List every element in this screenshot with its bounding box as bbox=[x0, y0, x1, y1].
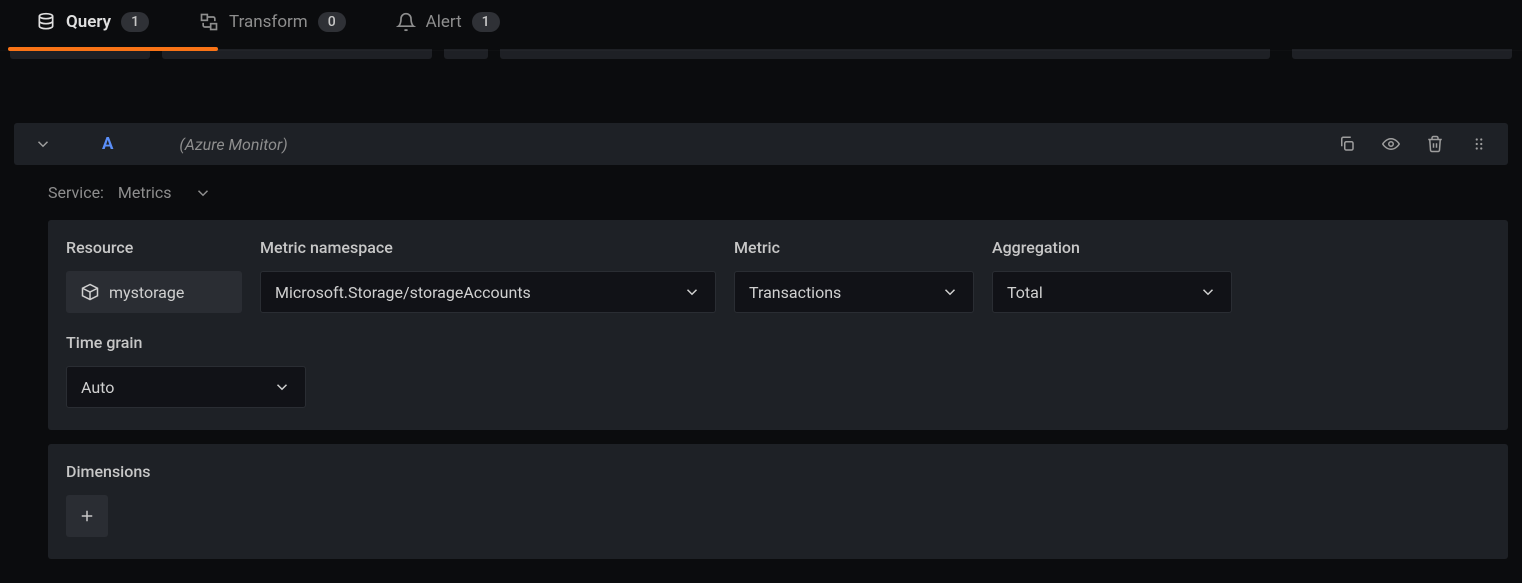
service-row: Service: Metrics bbox=[48, 183, 1508, 202]
toggle-visibility-button[interactable] bbox=[1380, 133, 1402, 155]
namespace-value: Microsoft.Storage/storageAccounts bbox=[275, 283, 531, 302]
resource-picker[interactable]: mystorage bbox=[66, 271, 242, 313]
collapse-toggle[interactable] bbox=[32, 133, 54, 155]
grip-icon bbox=[1470, 135, 1488, 153]
resource-value: mystorage bbox=[109, 283, 184, 302]
tab-underline bbox=[8, 47, 218, 51]
tab-transform-badge: 0 bbox=[318, 12, 346, 32]
namespace-select[interactable]: Microsoft.Storage/storageAccounts bbox=[260, 271, 716, 313]
metric-label: Metric bbox=[734, 238, 974, 257]
aggregation-value: Total bbox=[1007, 283, 1043, 302]
add-dimension-button[interactable] bbox=[66, 495, 108, 537]
bell-icon bbox=[396, 12, 416, 32]
service-value: Metrics bbox=[118, 183, 172, 202]
duplicate-button[interactable] bbox=[1336, 133, 1358, 155]
delete-button[interactable] bbox=[1424, 133, 1446, 155]
eye-icon bbox=[1382, 135, 1400, 153]
drag-handle[interactable] bbox=[1468, 133, 1490, 155]
chevron-down-icon bbox=[941, 283, 959, 301]
metric-select[interactable]: Transactions bbox=[734, 271, 974, 313]
tab-alert-label: Alert bbox=[426, 12, 462, 32]
namespace-label: Metric namespace bbox=[260, 238, 716, 257]
plus-icon bbox=[78, 507, 96, 525]
tab-query-label: Query bbox=[66, 12, 111, 32]
tab-query[interactable]: Query 1 bbox=[36, 12, 149, 42]
trash-icon bbox=[1426, 135, 1444, 153]
tab-alert-badge: 1 bbox=[472, 12, 500, 32]
chevron-down-icon bbox=[34, 135, 52, 153]
tab-alert[interactable]: Alert 1 bbox=[396, 12, 500, 42]
fragment-row bbox=[0, 49, 1522, 63]
aggregation-select[interactable]: Total bbox=[992, 271, 1232, 313]
query-actions bbox=[1336, 133, 1490, 155]
tab-transform[interactable]: Transform 0 bbox=[199, 12, 346, 42]
timegrain-select[interactable]: Auto bbox=[66, 366, 306, 408]
cube-icon bbox=[81, 283, 99, 301]
metric-value: Transactions bbox=[749, 283, 841, 302]
resource-label: Resource bbox=[66, 238, 242, 257]
query-body: Service: Metrics Resource mystorage Metr… bbox=[0, 165, 1522, 559]
query-header: A (Azure Monitor) bbox=[14, 123, 1508, 165]
dimensions-panel: Dimensions bbox=[48, 444, 1508, 559]
chevron-down-icon bbox=[1199, 283, 1217, 301]
editor-tabs: Query 1 Transform 0 Alert 1 bbox=[0, 0, 1522, 51]
database-icon bbox=[36, 12, 56, 32]
copy-icon bbox=[1338, 135, 1356, 153]
metrics-panel: Resource mystorage Metric namespace Micr… bbox=[48, 220, 1508, 430]
chevron-down-icon bbox=[273, 378, 291, 396]
query-datasource: (Azure Monitor) bbox=[179, 135, 287, 154]
timegrain-label: Time grain bbox=[66, 333, 306, 352]
query-letter[interactable]: A bbox=[102, 134, 113, 154]
timegrain-value: Auto bbox=[81, 378, 114, 397]
dimensions-label: Dimensions bbox=[66, 462, 1490, 481]
chevron-down-icon bbox=[194, 184, 212, 202]
transform-icon bbox=[199, 12, 219, 32]
tab-transform-label: Transform bbox=[229, 12, 308, 32]
chevron-down-icon bbox=[683, 283, 701, 301]
aggregation-label: Aggregation bbox=[992, 238, 1232, 257]
service-selector[interactable]: Metrics bbox=[118, 183, 212, 202]
tab-query-badge: 1 bbox=[121, 12, 149, 32]
service-label: Service: bbox=[48, 183, 104, 202]
